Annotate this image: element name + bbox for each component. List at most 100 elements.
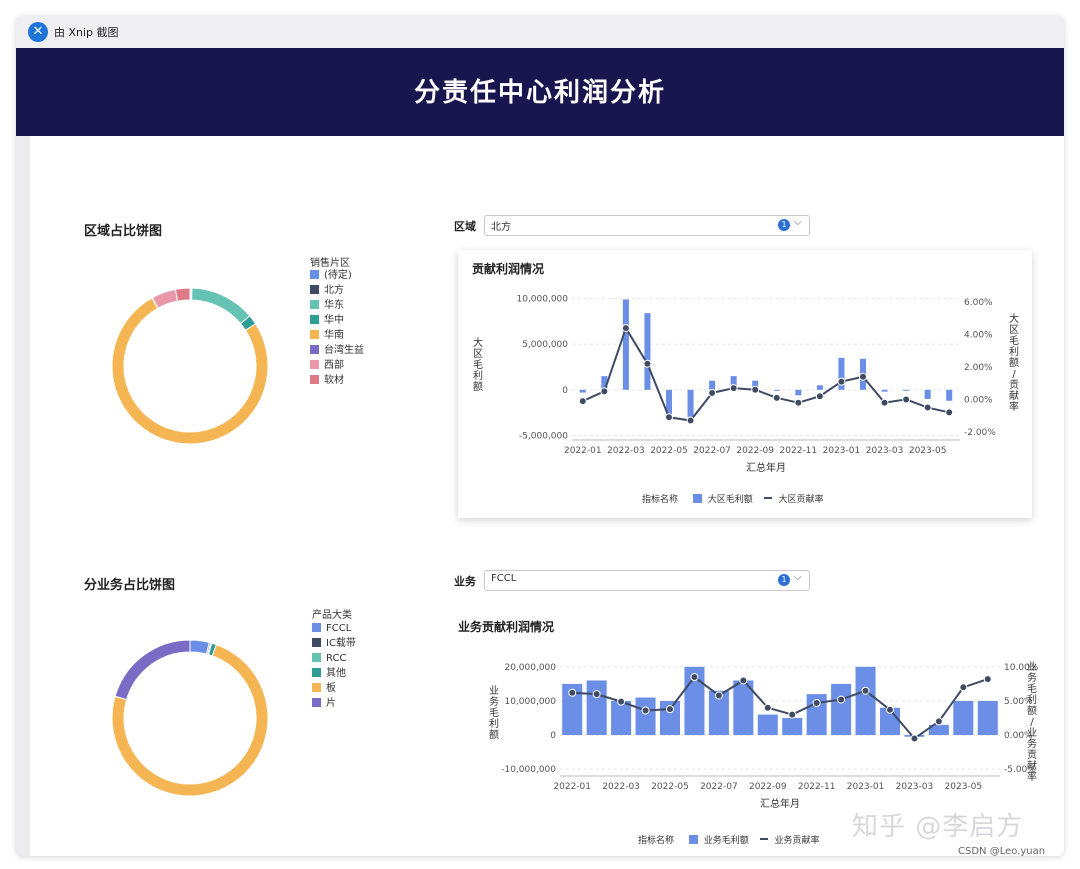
legend-item[interactable]: (待定) bbox=[310, 269, 352, 283]
legend-swatch bbox=[310, 345, 319, 354]
donut-slice bbox=[151, 288, 179, 309]
x-tick-label: 2023-03 bbox=[896, 782, 934, 792]
y2-axis-label: 献 bbox=[1009, 389, 1019, 402]
y2-tick-label: 4.00% bbox=[964, 331, 993, 341]
window-titlebar: ✕ 由 Xnip 截图 bbox=[16, 16, 1064, 48]
business-legend-line: 业务贡献率 bbox=[774, 836, 820, 846]
business-legend-title: 产品大类 bbox=[312, 610, 352, 621]
x-tick-label: 2022-07 bbox=[693, 446, 731, 456]
legend-item[interactable]: 台湾生益 bbox=[310, 344, 364, 358]
region-filter-select[interactable]: 北方 1 ⌵ bbox=[484, 215, 810, 236]
legend-swatch bbox=[310, 300, 319, 309]
bar bbox=[795, 389, 802, 396]
x-tick-label: 2022-11 bbox=[798, 782, 836, 792]
legend-label: FCCL bbox=[326, 623, 352, 634]
legend-label: 华南 bbox=[324, 330, 344, 341]
legend-item[interactable]: 板 bbox=[312, 682, 336, 696]
line-point bbox=[739, 676, 748, 685]
y-tick-label: 0 bbox=[562, 386, 568, 396]
bar bbox=[622, 299, 629, 390]
legend-item[interactable]: 片 bbox=[312, 697, 336, 711]
bar bbox=[579, 389, 586, 393]
bar bbox=[855, 666, 876, 736]
x-tick-label: 2022-03 bbox=[602, 782, 640, 792]
line-point bbox=[815, 392, 824, 401]
x-tick-label: 2022-05 bbox=[650, 446, 688, 456]
legend-item[interactable]: 华中 bbox=[310, 314, 344, 328]
legend-item[interactable]: 北方 bbox=[310, 284, 344, 298]
y2-axis-label: 业 bbox=[1027, 661, 1037, 673]
bar bbox=[977, 700, 998, 736]
chevron-down-icon[interactable]: ⌵ bbox=[794, 217, 802, 228]
legend-item[interactable]: FCCL bbox=[312, 622, 351, 636]
y-tick-label: -5,000,000 bbox=[519, 431, 568, 441]
x-tick-label: 2022-01 bbox=[553, 782, 591, 792]
region-donut-chart bbox=[111, 287, 269, 445]
line-point bbox=[665, 413, 673, 422]
y-axis-label: 利 bbox=[473, 370, 483, 382]
x-tick-label: 2023-01 bbox=[847, 782, 885, 792]
business-filter-label: 业务 bbox=[454, 575, 476, 588]
legend-swatch bbox=[310, 375, 319, 384]
bar bbox=[757, 714, 778, 736]
line-point bbox=[643, 359, 652, 368]
bar bbox=[773, 389, 780, 391]
legend-item[interactable]: 软材 bbox=[310, 374, 344, 388]
y2-tick-label: 2.00% bbox=[964, 363, 993, 373]
legend-item[interactable]: 西部 bbox=[310, 359, 344, 373]
line-point bbox=[621, 324, 630, 333]
x-tick-label: 2022-09 bbox=[749, 782, 787, 792]
business-legend-bar: 业务毛利额 bbox=[703, 836, 749, 846]
legend-item[interactable]: 其他 bbox=[312, 667, 346, 681]
bar bbox=[586, 680, 607, 736]
legend-label: (待定) bbox=[324, 270, 352, 281]
bar bbox=[903, 389, 910, 391]
line-point bbox=[729, 384, 738, 393]
bar-legend-swatch bbox=[692, 494, 702, 503]
bar bbox=[709, 380, 716, 390]
y-tick-label: 0 bbox=[550, 731, 556, 741]
business-filter-select[interactable]: FCCL 1 ⌵ bbox=[484, 570, 810, 591]
legend-swatch bbox=[310, 360, 319, 369]
line-point bbox=[592, 690, 601, 699]
line-point bbox=[641, 706, 650, 715]
legend-item[interactable]: 华南 bbox=[310, 329, 344, 343]
bar bbox=[946, 389, 953, 401]
x-tick-label: 2023-01 bbox=[823, 446, 861, 456]
business-pie-title: 分业务占比饼图 bbox=[84, 578, 176, 593]
legend-item[interactable]: IC载带 bbox=[312, 637, 356, 651]
legend-label: IC载带 bbox=[326, 638, 356, 649]
business-chart-legend: 指标名称 业务毛利额 业务贡献率 bbox=[638, 833, 820, 846]
chevron-down-icon[interactable]: ⌵ bbox=[794, 572, 802, 583]
y2-axis-label: 贡 bbox=[1009, 379, 1019, 391]
region-combo-chart: 10,000,000 5,000,000 0 -5,000,000 6.00% 4.00%… bbox=[473, 295, 1019, 474]
line-point bbox=[794, 398, 803, 407]
y2-axis-label: 区 bbox=[1009, 324, 1019, 336]
legend-label: 板 bbox=[326, 683, 336, 694]
y-axis-label: 额 bbox=[473, 380, 483, 393]
y2-tick-label: -2.00% bbox=[964, 428, 996, 438]
donut-slice bbox=[191, 287, 251, 325]
y2-axis-label: / bbox=[1012, 369, 1016, 380]
y2-axis-label: 率 bbox=[1027, 770, 1037, 783]
line-point bbox=[788, 710, 797, 719]
bar bbox=[635, 697, 656, 736]
legend-item[interactable]: 华东 bbox=[310, 299, 344, 313]
y2-axis-label: 务 bbox=[1027, 671, 1037, 684]
line-point bbox=[959, 683, 968, 692]
y2-axis-label: / bbox=[1030, 717, 1034, 728]
line-point bbox=[934, 717, 943, 726]
page-title: 分责任中心利润分析 bbox=[413, 78, 666, 108]
legend-item[interactable]: RCC bbox=[312, 652, 346, 666]
region-legend-title: 销售片区 bbox=[310, 258, 350, 269]
legend-swatch bbox=[310, 315, 319, 324]
bar bbox=[611, 700, 632, 736]
line-point bbox=[923, 403, 932, 412]
line-legend-swatch bbox=[763, 497, 772, 499]
legend-swatch bbox=[312, 653, 321, 662]
line-point bbox=[861, 686, 870, 695]
region-chart-legend: 指标名称 大区毛利额 大区贡献率 bbox=[642, 492, 824, 505]
x-tick-label: 2022-01 bbox=[564, 446, 602, 456]
y2-axis-label: 贡 bbox=[1027, 749, 1037, 761]
y2-axis-label: 大 bbox=[1009, 312, 1019, 325]
